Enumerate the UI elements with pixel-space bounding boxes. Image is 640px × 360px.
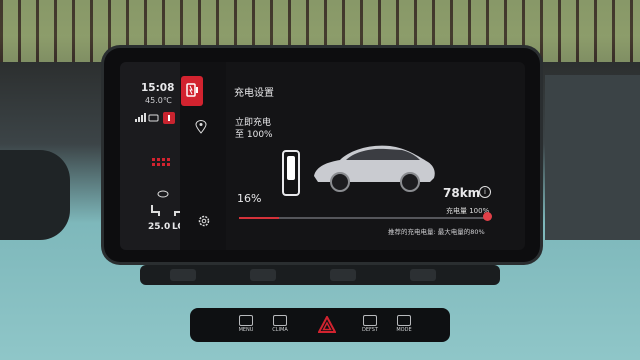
- hazard-icon[interactable]: [318, 316, 336, 334]
- climate-label: CLIMA: [272, 327, 288, 333]
- menu-label: MENU: [238, 327, 254, 333]
- mode-label: MODE: [396, 327, 412, 333]
- hvac-control-strip: [140, 265, 500, 285]
- status-sidebar: 15:08 45.0℃ 25.0 LO: [120, 62, 185, 250]
- slider-handle[interactable]: [483, 212, 492, 221]
- charging-nav-button[interactable]: [181, 76, 203, 106]
- warning-icon[interactable]: [163, 112, 175, 124]
- hvac-slider-4[interactable]: [410, 269, 436, 281]
- charge-recommendation: 推荐的充电电量: 最大电量的80%: [388, 228, 485, 236]
- charging-plug-icon: [186, 83, 198, 97]
- outside-temperature: 45.0℃: [145, 96, 172, 105]
- info-icon[interactable]: i: [479, 186, 491, 198]
- dashboard-panel-right: [545, 75, 640, 240]
- current-charge-percent: 16%: [237, 192, 262, 205]
- defrost-icon: [363, 315, 377, 326]
- clock: 15:08: [141, 82, 175, 94]
- menu-icon: [239, 315, 253, 326]
- fan-icon[interactable]: [157, 190, 169, 198]
- mode-button[interactable]: MODE: [392, 314, 416, 336]
- temperature-left[interactable]: 25.0: [148, 222, 170, 232]
- hard-button-bar: MENU CLIMA DEFST MODE: [190, 308, 450, 342]
- menu-button[interactable]: MENU: [234, 314, 258, 336]
- car-illustration: [314, 145, 435, 192]
- gear-icon[interactable]: [197, 214, 211, 228]
- page-title: 充电设置: [234, 88, 274, 99]
- hvac-slider-3[interactable]: [330, 269, 356, 281]
- hvac-slider-1[interactable]: [170, 269, 196, 281]
- climate-icon: [273, 315, 287, 326]
- seat-left-icon[interactable]: [149, 204, 161, 218]
- defrost-button[interactable]: DEFST: [358, 314, 382, 336]
- climate-button[interactable]: CLIMA: [268, 314, 292, 336]
- charge-limit-slider[interactable]: [239, 217, 490, 219]
- range-readout: 78km: [443, 186, 481, 200]
- charge-level-fill: [239, 217, 280, 219]
- mode-icon: [397, 315, 411, 326]
- steering-wheel-edge: [0, 150, 70, 240]
- location-icon[interactable]: [195, 120, 207, 134]
- charge-target-label[interactable]: 至 100%: [235, 127, 273, 140]
- signal-icon: [135, 113, 159, 122]
- charger-graphic: [282, 150, 300, 196]
- defrost-label: DEFST: [361, 327, 379, 333]
- infotainment-screen: 15:08 45.0℃ 25.0 LO 充电设置 立即充电 至 100% 16%…: [120, 62, 525, 250]
- hvac-slider-2[interactable]: [250, 269, 276, 281]
- heated-seat-icon[interactable]: [152, 158, 174, 170]
